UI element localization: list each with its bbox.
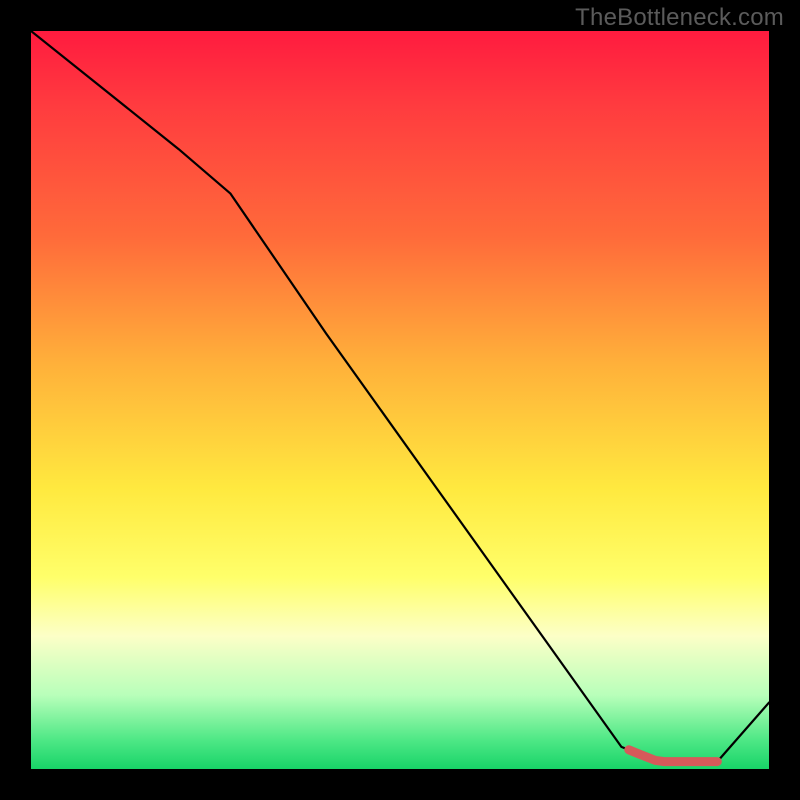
- bottleneck-curve: [31, 31, 769, 762]
- watermark-text: TheBottleneck.com: [575, 4, 784, 32]
- chart-svg: [31, 31, 769, 769]
- optimal-range-marker: [629, 750, 718, 762]
- chart-frame: TheBottleneck.com: [0, 0, 800, 800]
- plot-area: [31, 31, 769, 769]
